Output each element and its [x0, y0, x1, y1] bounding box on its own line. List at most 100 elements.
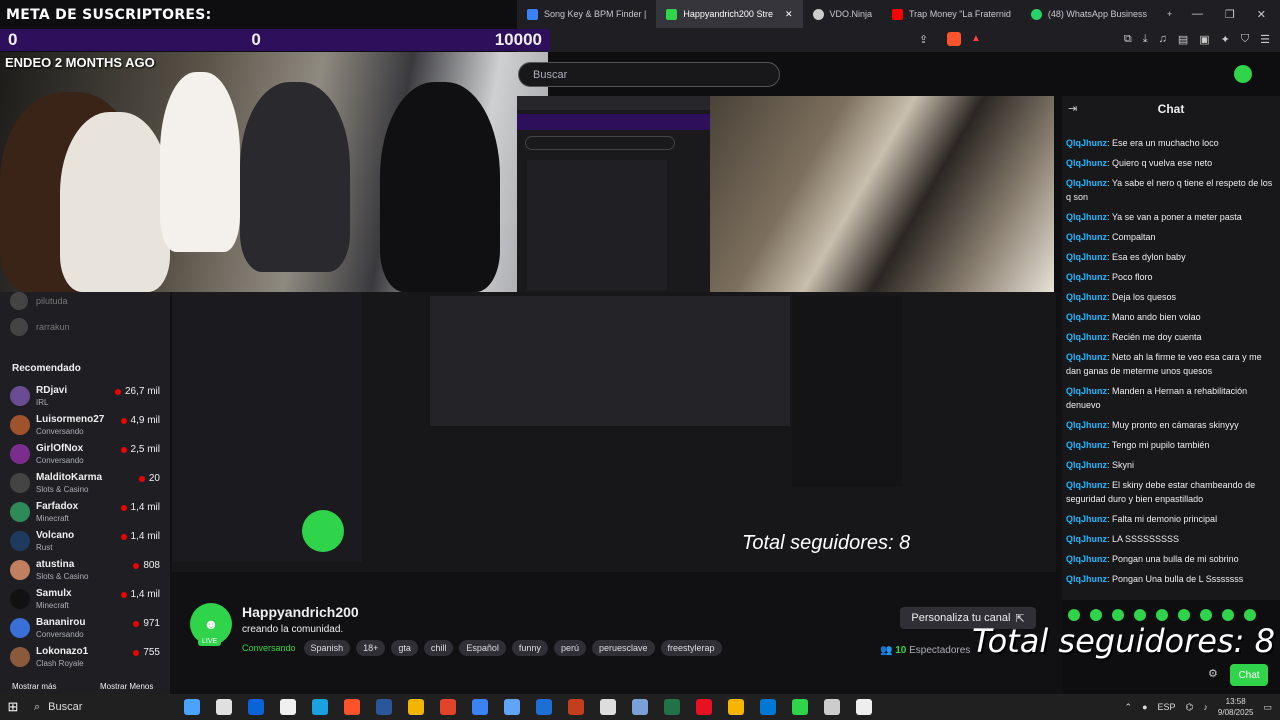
microphone-icon[interactable]: ● [1142, 702, 1147, 712]
volume-icon[interactable]: ♪ [1203, 702, 1208, 712]
taskbar-app-icon[interactable] [728, 699, 744, 715]
taskbar-app-icon[interactable] [856, 699, 872, 715]
maximize-button[interactable]: ❐ [1225, 8, 1235, 21]
taskbar-app-icon[interactable] [312, 699, 328, 715]
minimize-button[interactable]: — [1192, 8, 1203, 21]
clock[interactable]: 13:58 9/08/2025 [1218, 696, 1254, 718]
emote-icon[interactable] [1244, 609, 1256, 621]
followed-channel[interactable]: pilutuda [10, 292, 68, 310]
chat-username[interactable]: QlqJhunz [1066, 252, 1107, 262]
emote-icon[interactable] [1156, 609, 1168, 621]
gear-icon[interactable]: ⚙ [1208, 667, 1218, 680]
emote-icon[interactable] [1112, 609, 1124, 621]
chat-username[interactable]: QlqJhunz [1066, 158, 1107, 168]
stream-tag[interactable]: funny [511, 640, 548, 656]
emote-icon[interactable] [1200, 609, 1212, 621]
chat-username[interactable]: QlqJhunz [1066, 514, 1107, 524]
sidebar-channel[interactable]: Volcano Rust 1,4 mil [10, 528, 160, 556]
sidebar-channel[interactable]: MalditoKarma Slots & Casino 20 [10, 470, 160, 498]
search-input[interactable]: Buscar [518, 62, 780, 87]
taskbar-app-icon[interactable] [472, 699, 488, 715]
chat-username[interactable]: QlqJhunz [1066, 272, 1107, 282]
tab-whatsapp[interactable]: (48) WhatsApp Business [1021, 0, 1157, 28]
vpn-icon[interactable]: ⛉ [1241, 33, 1249, 46]
tab-twitch-stream[interactable]: Happyandrich200 Stre ✕ [656, 0, 803, 28]
stream-tag[interactable]: chill [423, 640, 454, 656]
taskbar-search[interactable]: ⌕ Buscar [26, 695, 176, 719]
chat-username[interactable]: QlqJhunz [1066, 232, 1107, 242]
network-icon[interactable]: ⌬ [1186, 702, 1194, 713]
channel-name[interactable]: Happyandrich200 [242, 604, 359, 620]
taskbar-app-icon[interactable] [504, 699, 520, 715]
chat-username[interactable]: QlqJhunz [1066, 178, 1107, 188]
taskbar-app-icon[interactable] [376, 699, 392, 715]
emote-icon[interactable] [1068, 609, 1080, 621]
stream-tag[interactable]: perú [553, 640, 586, 656]
taskbar-app-icon[interactable] [280, 699, 296, 715]
tab-youtube[interactable]: Trap Money "La Fraternid [882, 0, 1021, 28]
chat-username[interactable]: QlqJhunz [1066, 574, 1107, 584]
taskbar-app-icon[interactable] [408, 699, 424, 715]
chat-username[interactable]: QlqJhunz [1066, 554, 1107, 564]
stream-tag[interactable]: freestylerap [660, 640, 722, 656]
download-icon[interactable]: ⤓ [1143, 33, 1148, 46]
chat-username[interactable]: QlqJhunz [1066, 312, 1107, 322]
chat-username[interactable]: QlqJhunz [1066, 138, 1107, 148]
notification-icon[interactable]: ▭ [1263, 702, 1272, 713]
taskbar-app-icon[interactable] [792, 699, 808, 715]
close-icon[interactable]: ✕ [785, 9, 793, 20]
taskbar-app-icon[interactable] [696, 699, 712, 715]
music-icon[interactable]: ♫ [1159, 33, 1167, 46]
emote-icon[interactable] [1178, 609, 1190, 621]
chat-username[interactable]: QlqJhunz [1066, 480, 1107, 490]
extensions-icon[interactable]: ✦ [1221, 33, 1230, 46]
screenshot-icon[interactable]: ⧉ [1124, 33, 1132, 46]
rewards-icon[interactable]: ▲ [971, 33, 981, 44]
taskbar-app-icon[interactable] [824, 699, 840, 715]
sidebar-channel[interactable]: RDjavi IRL 26,7 mil [10, 383, 160, 411]
chevron-up-icon[interactable]: ⌃ [1125, 702, 1133, 713]
emote-icon[interactable] [1134, 609, 1146, 621]
stream-tag[interactable]: 18+ [356, 640, 386, 656]
emote-icon[interactable] [1090, 609, 1102, 621]
sidebar-channel[interactable]: Lokonazo1 Clash Royale 755 [10, 644, 160, 672]
sidebar-channel[interactable]: Bananirou Conversando 971 [10, 615, 160, 643]
taskbar-app-icon[interactable] [760, 699, 776, 715]
stream-tag[interactable]: Español [459, 640, 506, 656]
wallet-icon[interactable]: ▣ [1199, 33, 1209, 46]
taskbar-app-icon[interactable] [632, 699, 648, 715]
taskbar-app-icon[interactable] [536, 699, 552, 715]
share-icon[interactable]: ⇪ [919, 33, 928, 46]
sidebar-channel[interactable]: Farfadox Minecraft 1,4 mil [10, 499, 160, 527]
show-more-link[interactable]: Mostrar más [12, 682, 56, 691]
taskbar-app-icon[interactable] [440, 699, 456, 715]
brave-shield-icon[interactable] [947, 32, 961, 46]
lang-indicator[interactable]: ESP [1158, 702, 1176, 712]
taskbar-app-icon[interactable] [248, 699, 264, 715]
category-link[interactable]: Conversando [242, 643, 296, 653]
menu-icon[interactable]: ☰ [1260, 33, 1270, 46]
chat-username[interactable]: QlqJhunz [1066, 332, 1107, 342]
sidebar-channel[interactable]: Samulx Minecraft 1,4 mil [10, 586, 160, 614]
chat-username[interactable]: QlqJhunz [1066, 534, 1107, 544]
taskbar-app-icon[interactable] [184, 699, 200, 715]
sidebar-icon[interactable]: ▤ [1178, 33, 1188, 46]
show-less-link[interactable]: Mostrar Menos [100, 682, 153, 691]
followed-channel[interactable]: rarrakun [10, 318, 70, 336]
start-button[interactable]: ⊞ [0, 699, 26, 715]
stream-tag[interactable]: peruesclave [591, 640, 655, 656]
sidebar-channel[interactable]: Luisormeno27 Conversando 4,9 mil [10, 412, 160, 440]
taskbar-app-icon[interactable] [216, 699, 232, 715]
sidebar-channel[interactable]: atustina Slots & Casino 808 [10, 557, 160, 585]
stream-tag[interactable]: gta [391, 640, 418, 656]
chat-username[interactable]: QlqJhunz [1066, 440, 1107, 450]
emote-icon[interactable] [1222, 609, 1234, 621]
new-tab-button[interactable]: + [1157, 0, 1182, 28]
chat-username[interactable]: QlqJhunz [1066, 386, 1107, 396]
close-window-button[interactable]: ✕ [1257, 8, 1266, 21]
chat-username[interactable]: QlqJhunz [1066, 352, 1107, 362]
stream-tag[interactable]: Spanish [303, 640, 351, 656]
taskbar-app-icon[interactable] [568, 699, 584, 715]
taskbar-app-icon[interactable] [344, 699, 360, 715]
sidebar-channel[interactable]: GirlOfNox Conversando 2,5 mil [10, 441, 160, 469]
